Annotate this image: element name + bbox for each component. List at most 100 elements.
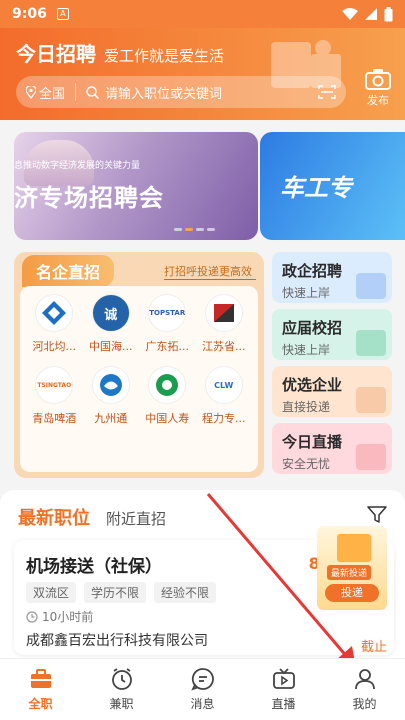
company-item[interactable]: 九州通 — [83, 366, 140, 426]
region-selector[interactable]: 全国 — [16, 83, 77, 102]
company-name: 程力专... — [202, 412, 246, 425]
famous-companies-grid-wrap: 河北均... 诚 中国海... TOPSTAR 广东拓... 江苏省... TS… — [20, 286, 258, 472]
famous-companies-hint[interactable]: 打招呼投递更高效 — [164, 263, 256, 280]
publish-button[interactable]: 发布 — [365, 68, 391, 108]
region-label: 全国 — [39, 86, 66, 102]
job-tags: 双流区 学历不限 经验不限 — [26, 582, 217, 603]
nav-parttime[interactable]: 兼职 — [81, 659, 162, 720]
company-logo-icon — [35, 294, 74, 332]
app-name: 今日招聘 — [16, 42, 96, 66]
card-government-recruit[interactable]: 政企招聘 快速上岸 — [272, 252, 392, 303]
company-logo-icon — [148, 366, 187, 404]
publish-label: 发布 — [367, 94, 389, 107]
card-preferred-companies[interactable]: 优选企业 直接投递 — [272, 366, 392, 417]
nav-profile[interactable]: 我的 — [324, 659, 405, 720]
live-icon — [356, 444, 386, 470]
promo-apply-button[interactable]: 投递 — [325, 584, 379, 602]
brand: 今日招聘 爱工作就是爱生活 — [16, 38, 224, 67]
company-item[interactable]: 中国人寿 — [139, 366, 196, 426]
company-name: 河北均... — [32, 340, 77, 353]
company-logo-icon: CLW — [204, 366, 243, 404]
company-logo-icon — [204, 294, 243, 332]
company-item[interactable]: TOPSTAR 广东拓... — [139, 294, 196, 354]
battery-icon — [384, 6, 393, 21]
nav-fulltime[interactable]: 全职 — [0, 659, 81, 720]
user-icon — [354, 669, 375, 690]
jobs-section: 最新职位 附近直招 机场接送（社保） 8000-12 双流区 学历不限 经验不限… — [0, 490, 405, 660]
nav-label: 全职 — [28, 697, 53, 711]
tab-nearby[interactable]: 附近直招 — [106, 508, 166, 529]
job-tag: 经验不限 — [154, 582, 217, 603]
company-logo-icon: TSINGTAO — [35, 366, 74, 404]
banner-main-title: 济专场招聘会 — [14, 184, 164, 212]
bottom-nav: 全职 兼职 消息 直播 我的 — [0, 658, 405, 720]
company-item[interactable]: 河北均... — [26, 294, 83, 354]
company-logo-icon: 诚 — [91, 294, 130, 332]
famous-companies-header: 名企直招 打招呼投递更高效 — [22, 255, 256, 287]
job-company: 成都鑫百宏出行科技有限公司 — [26, 633, 208, 649]
nav-live[interactable]: 直播 — [243, 659, 324, 720]
nav-label: 直播 — [271, 697, 296, 711]
company-item[interactable]: 江苏省... — [196, 294, 253, 354]
chat-icon — [190, 668, 214, 691]
wifi-icon — [342, 8, 358, 20]
float-overlay-text: 截止 — [360, 640, 387, 655]
clock-icon — [26, 610, 38, 623]
banner-dot — [196, 228, 204, 231]
promo-label: 最新投递 — [327, 565, 372, 580]
graduation-cap-icon — [356, 330, 386, 356]
person-icon — [356, 387, 386, 413]
company-name: 九州通 — [94, 412, 128, 425]
search-bar[interactable]: 全国 请输入职位或关键词 — [16, 76, 346, 108]
job-title: 机场接送（社保） — [26, 557, 162, 577]
clock-icon — [111, 668, 132, 690]
signal-icon — [365, 8, 377, 20]
job-time: 10小时前 — [26, 608, 93, 625]
famous-companies-grid: 河北均... 诚 中国海... TOPSTAR 广东拓... 江苏省... TS… — [26, 294, 252, 426]
nav-label: 我的 — [352, 697, 377, 711]
scan-icon[interactable] — [318, 85, 336, 99]
jobs-tabs: 最新职位 附近直招 — [18, 504, 166, 530]
quick-entry-cards: 政企招聘 快速上岸 应届校招 快速上岸 优选企业 直接投递 今日直播 安全无忧 — [272, 252, 392, 480]
banner-dot — [174, 228, 182, 231]
notification-icon: A — [56, 8, 69, 20]
building-icon — [356, 273, 386, 299]
banner-dots — [174, 228, 215, 231]
company-item[interactable]: TSINGTAO 青岛啤酒 — [26, 366, 83, 426]
status-bar: 9:06 A — [0, 0, 405, 28]
card-campus-recruit[interactable]: 应届校招 快速上岸 — [272, 309, 392, 360]
card-live-today[interactable]: 今日直播 安全无忧 — [272, 423, 392, 474]
famous-companies-panel: 名企直招 打招呼投递更高效 河北均... 诚 中国海... TOPSTAR 广东… — [14, 252, 264, 478]
banner-next[interactable]: 车工专 — [260, 132, 405, 240]
tab-latest-jobs[interactable]: 最新职位 — [18, 504, 90, 530]
banner-carousel[interactable]: 息推动数字经济发展的关键力量 济专场招聘会 车工专 — [0, 120, 405, 250]
job-time-label: 10小时前 — [42, 610, 94, 624]
company-name: 江苏省... — [202, 340, 246, 353]
promo-widget[interactable]: 最新投递 投递 — [317, 526, 387, 610]
search-icon — [86, 85, 100, 99]
filter-icon[interactable] — [367, 506, 387, 524]
search-placeholder: 请输入职位或关键词 — [105, 86, 223, 102]
company-item[interactable]: CLW 程力专... — [196, 366, 253, 426]
job-tag: 学历不限 — [84, 582, 147, 603]
company-item[interactable]: 诚 中国海... — [83, 294, 140, 354]
nav-messages[interactable]: 消息 — [162, 659, 243, 720]
nav-label: 兼职 — [109, 697, 134, 711]
briefcase-icon — [30, 669, 51, 688]
company-logo-icon — [91, 366, 130, 404]
status-time: 9:06 — [12, 6, 47, 22]
search-input[interactable]: 请输入职位或关键词 — [76, 83, 318, 102]
status-icons — [342, 6, 393, 22]
famous-companies-title: 名企直招 — [22, 255, 115, 287]
location-pin-icon — [26, 85, 36, 99]
company-logo-icon: TOPSTAR — [148, 294, 187, 332]
company-name: 中国人寿 — [145, 412, 190, 425]
camera-icon — [365, 69, 391, 90]
company-name: 广东拓... — [145, 340, 190, 353]
job-tag: 双流区 — [26, 582, 77, 603]
banner-dot-active — [185, 228, 193, 231]
tv-icon — [272, 668, 295, 689]
nav-label: 消息 — [190, 697, 215, 711]
banner-main[interactable]: 息推动数字经济发展的关键力量 济专场招聘会 — [14, 132, 258, 240]
company-name: 中国海... — [89, 340, 133, 353]
